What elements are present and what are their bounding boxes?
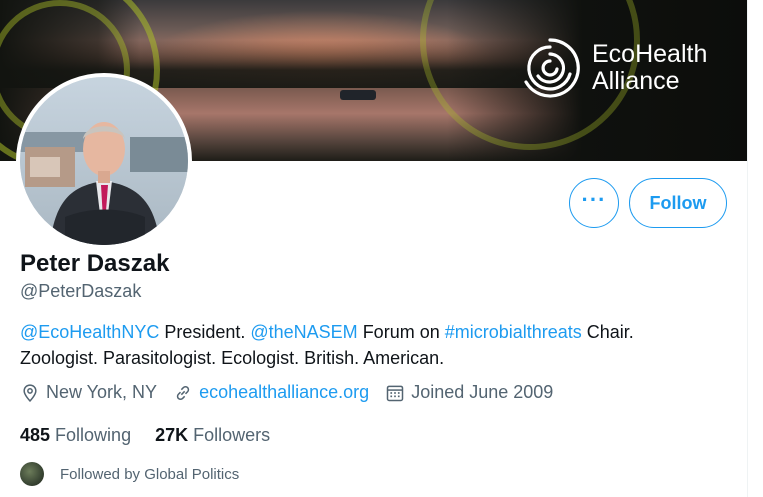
follower-avatar — [20, 462, 44, 486]
location-item: New York, NY — [20, 382, 157, 403]
following-link[interactable]: 485 Following — [20, 425, 131, 446]
follow-stats: 485 Following 27K Followers — [20, 425, 294, 446]
follow-button[interactable]: Follow — [629, 178, 727, 228]
avatar-photo — [20, 77, 188, 245]
brand-line-2: Alliance — [592, 67, 680, 95]
ecohealth-swirl-icon — [524, 38, 580, 98]
bio-text: President. — [159, 322, 251, 342]
followers-link[interactable]: 27K Followers — [155, 425, 270, 446]
more-options-button[interactable]: ··· — [569, 178, 619, 228]
bio-text: Forum on — [357, 322, 445, 342]
banner-boat — [340, 90, 376, 100]
brand-name: EcoHealth Alliance — [592, 41, 707, 95]
following-label: Following — [55, 425, 132, 445]
calendar-icon — [386, 385, 404, 401]
followed-by[interactable]: Followed by Global Politics — [20, 462, 239, 486]
bio-mention-ecohealthnyc[interactable]: @EcoHealthNYC — [20, 322, 159, 342]
joined-text: Joined June 2009 — [411, 382, 554, 402]
location-pin-icon — [23, 383, 37, 402]
profile-avatar[interactable] — [16, 73, 192, 249]
profile-bio: @EcoHealthNYC President. @theNASEM Forum… — [20, 319, 740, 371]
bio-hashtag-microbialthreats[interactable]: #microbialthreats — [445, 322, 582, 342]
brand-line-1: EcoHealth — [592, 40, 708, 68]
more-options-icon: ··· — [581, 187, 607, 212]
following-count: 485 — [20, 425, 51, 445]
column-divider — [747, 0, 748, 497]
bio-mention-thenasem[interactable]: @theNASEM — [250, 322, 357, 342]
ecohealth-brand: EcoHealth Alliance — [518, 36, 707, 100]
profile-name: Peter Daszak — [20, 250, 170, 277]
followers-label: Followers — [193, 425, 271, 445]
bio-line-2: Zoologist. Parasitologist. Ecologist. Br… — [20, 348, 445, 368]
followed-by-text: Followed by Global Politics — [60, 465, 240, 483]
followers-count: 27K — [155, 425, 189, 445]
location-text: New York, NY — [46, 382, 158, 402]
website-link[interactable]: ecohealthalliance.org — [199, 382, 369, 403]
website-item[interactable]: ecohealthalliance.org — [173, 382, 369, 403]
profile-meta: New York, NY ecohealthalliance.org Joine… — [20, 382, 569, 403]
bio-line-1: @EcoHealthNYC President. @theNASEM Forum… — [20, 319, 740, 345]
profile-handle: @PeterDaszak — [20, 281, 142, 301]
link-icon — [176, 385, 190, 400]
bio-text: Chair. — [581, 322, 634, 342]
joined-item: Joined June 2009 — [385, 382, 553, 403]
